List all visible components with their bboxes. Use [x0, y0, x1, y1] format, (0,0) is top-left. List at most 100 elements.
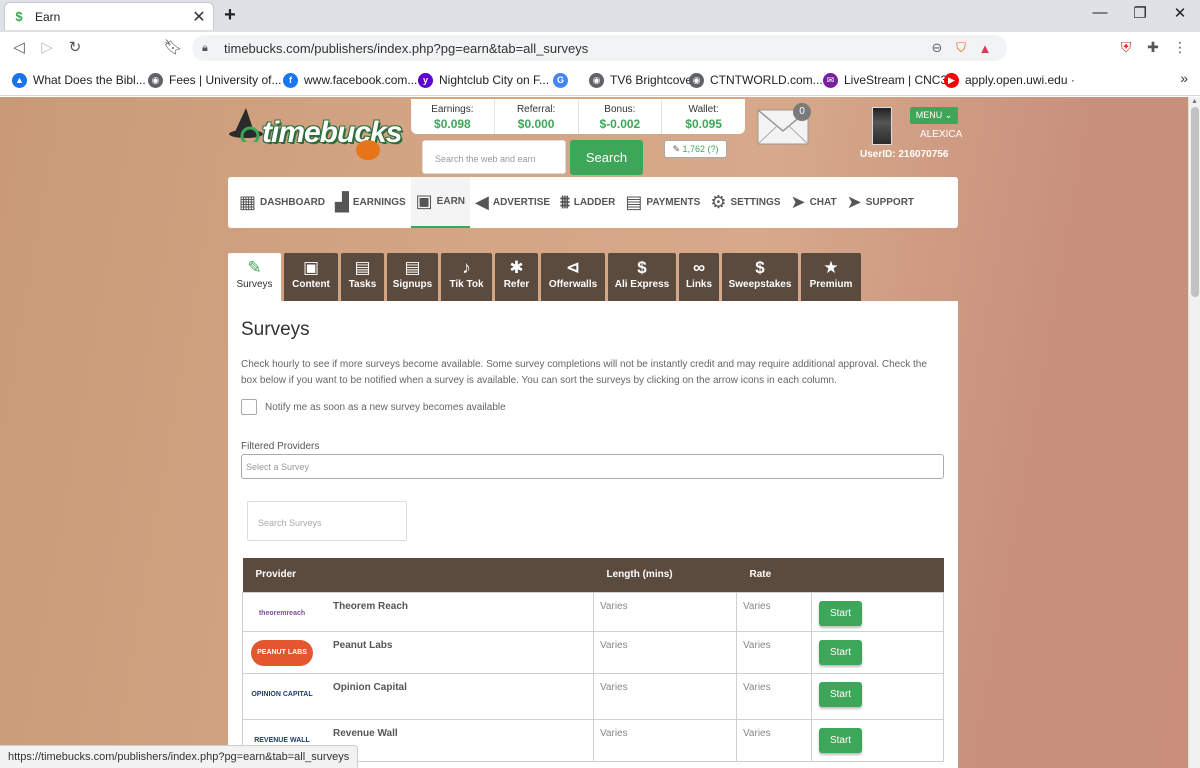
nav-advertise[interactable]: ◀ Advertise — [470, 177, 555, 228]
page-scrollbar[interactable]: ▲ — [1188, 97, 1200, 768]
nav-earnings[interactable]: ▟ Earnings — [330, 177, 411, 228]
tik-tok-icon: ♪ — [462, 258, 471, 277]
tab-surveys[interactable]: ✎ Surveys — [228, 253, 281, 301]
tab-offerwalls[interactable]: ⊲ Offerwalls — [541, 253, 605, 301]
tab-sweepstakes[interactable]: $ Sweepstakes — [722, 253, 798, 301]
column-length[interactable]: Length (mins) — [593, 558, 737, 592]
action-cell: Start — [811, 630, 944, 674]
tab-ali-express[interactable]: $ Ali Express — [608, 253, 676, 301]
tab-tasks[interactable]: ▤ Tasks — [341, 253, 384, 301]
youtube-icon: ▶ — [944, 72, 959, 88]
provider-filter-select[interactable]: Select a Survey — [241, 454, 944, 479]
timebucks-logo[interactable]: timebucks — [228, 102, 402, 162]
tab-tik-tok[interactable]: ♪ Tik Tok — [441, 253, 492, 301]
globe-icon: ◉ — [689, 72, 704, 88]
puzzle-icon[interactable]: ✚ — [1143, 39, 1163, 57]
notify-option[interactable]: Notify me as soon as a new survey become… — [241, 399, 506, 415]
web-search-button[interactable]: Search — [570, 140, 643, 175]
stat-referral: Referral: $0.000 — [495, 99, 579, 134]
user-menu-button[interactable]: MENU ⌄ — [910, 107, 958, 124]
back-icon[interactable]: ◁ — [8, 38, 30, 58]
scroll-up-icon[interactable]: ▲ — [1191, 98, 1198, 105]
action-cell: Start — [811, 672, 944, 720]
nav-settings[interactable]: ⚙ Settings — [705, 177, 785, 228]
minimize-icon[interactable]: — — [1080, 4, 1120, 26]
bookmark-item[interactable]: ◉ CTNTWORLD.com... — [689, 72, 823, 88]
nav-ladder[interactable]: ⩩ Ladder — [555, 177, 620, 228]
notify-label: Notify me as soon as a new survey become… — [265, 401, 506, 413]
filter-label: Filtered Providers — [241, 441, 320, 452]
avatar[interactable] — [872, 107, 892, 145]
kebab-menu-icon[interactable]: ⋮ — [1170, 39, 1190, 57]
tab-premium[interactable]: ★ Premium — [801, 253, 861, 301]
close-tab-icon[interactable]: ✕ — [191, 7, 207, 27]
bookmark-item[interactable]: y Nightclub City on F... — [418, 72, 549, 88]
browser-tab[interactable]: $ Earn ✕ — [4, 2, 214, 30]
messages-button[interactable]: 0 — [757, 103, 811, 145]
close-window-icon[interactable]: ✕ — [1160, 4, 1200, 26]
points-badge[interactable]: ✎ 1,762 (?) — [664, 140, 727, 158]
tab-content[interactable]: ▣ Content — [284, 253, 338, 301]
column-rate[interactable]: Rate — [736, 558, 812, 592]
tab-links[interactable]: ∞ Links — [679, 253, 719, 301]
tab-title: Earn — [35, 9, 61, 24]
refer-icon: ✱ — [509, 258, 524, 277]
provider-logo: OPINION CAPITAL — [251, 681, 313, 708]
web-search-input[interactable]: Search the web and earn — [422, 140, 566, 174]
nav-support[interactable]: ➤ Support — [842, 177, 919, 228]
forward-icon[interactable]: ▷ — [36, 38, 58, 58]
status-bar-url: https://timebucks.com/publishers/index.p… — [0, 745, 359, 768]
bookmark-item[interactable]: ✉ LiveStream | CNC3 — [823, 72, 947, 88]
bookmark-item[interactable]: ▲ What Does the Bibl... — [12, 72, 146, 88]
ali-express-icon: $ — [637, 258, 647, 277]
tab-label: Refer — [503, 279, 530, 290]
offerwalls-icon: ⊲ — [565, 258, 581, 277]
start-survey-button[interactable]: Start — [819, 727, 862, 753]
ladder-icon: ⩩ — [560, 192, 570, 212]
main-navigation: ▦ Dashboard ▟ Earnings ▣ Earn ◀ Advertise ⩩ Ladde… — [228, 177, 958, 228]
scrollbar-thumb[interactable] — [1191, 107, 1199, 297]
column-action — [811, 558, 944, 592]
tab-signups[interactable]: ▤ Signups — [387, 253, 438, 301]
reload-icon[interactable]: ↻ — [64, 38, 86, 58]
extension-icon[interactable]: ⛨ — [1116, 39, 1136, 57]
bookmark-item[interactable]: ◉ TV6 Brightcove — [589, 72, 692, 88]
bookmark-item[interactable]: ◉ Fees | University of... — [148, 72, 281, 88]
start-survey-button[interactable]: Start — [819, 600, 862, 626]
table-header-row: Provider Length (mins) Rate — [242, 558, 944, 592]
bookmark-item[interactable]: G — [553, 72, 574, 88]
tag-icon: ✎ — [672, 144, 680, 154]
table-row: theoremreach Theorem Reach Varies Varies Sta… — [242, 591, 944, 632]
rate-cell: Varies — [736, 672, 812, 720]
url-field[interactable]: 🔒︎ timebucks.com/publishers/index.php?pg… — [192, 35, 1007, 61]
brave-rewards-icon[interactable]: ▲ — [973, 41, 997, 56]
bookmark-item[interactable]: ▶ apply.open.uwi.edu · — [944, 72, 1075, 88]
tab-refer[interactable]: ✱ Refer — [495, 253, 538, 301]
length-cell: Varies — [593, 630, 737, 674]
bookmark-label: Nightclub City on F... — [439, 73, 550, 87]
restore-icon[interactable]: ❐ — [1120, 4, 1160, 26]
nav-earn[interactable]: ▣ Earn — [410, 177, 471, 228]
start-survey-button[interactable]: Start — [819, 639, 862, 665]
bookmark-item[interactable]: f www.facebook.com... — [283, 72, 417, 88]
bookmark-icon[interactable]: 🔖︎ — [162, 38, 184, 58]
bookmark-label: www.facebook.com... — [304, 73, 418, 87]
nav-chat[interactable]: ➤ Chat — [785, 177, 841, 228]
content-icon: ▣ — [302, 258, 320, 277]
advertise-icon: ◀ — [475, 192, 489, 212]
column-provider[interactable]: Provider — [242, 558, 594, 592]
new-tab-icon[interactable]: + — [219, 5, 241, 27]
start-survey-button[interactable]: Start — [819, 681, 862, 707]
tab-label: Tasks — [348, 279, 377, 290]
notify-checkbox[interactable] — [241, 399, 257, 415]
survey-search-input[interactable]: Search Surveys — [247, 501, 407, 541]
zoom-icon[interactable]: ⊖ — [925, 40, 949, 56]
nav-dashboard[interactable]: ▦ Dashboard — [234, 177, 330, 228]
table-row: OPINION CAPITAL Opinion Capital Varies Vari… — [242, 672, 944, 720]
bookmark-label: LiveStream | CNC3 — [844, 73, 948, 87]
stat-earnings: Earnings: $0.098 — [411, 99, 495, 134]
nav-payments[interactable]: ▤ Payments — [620, 177, 705, 228]
more-bookmarks-icon[interactable]: » — [1180, 70, 1188, 86]
surveys-icon: ✎ — [247, 258, 262, 277]
brave-shield-icon[interactable]: ⛉ — [949, 40, 973, 56]
